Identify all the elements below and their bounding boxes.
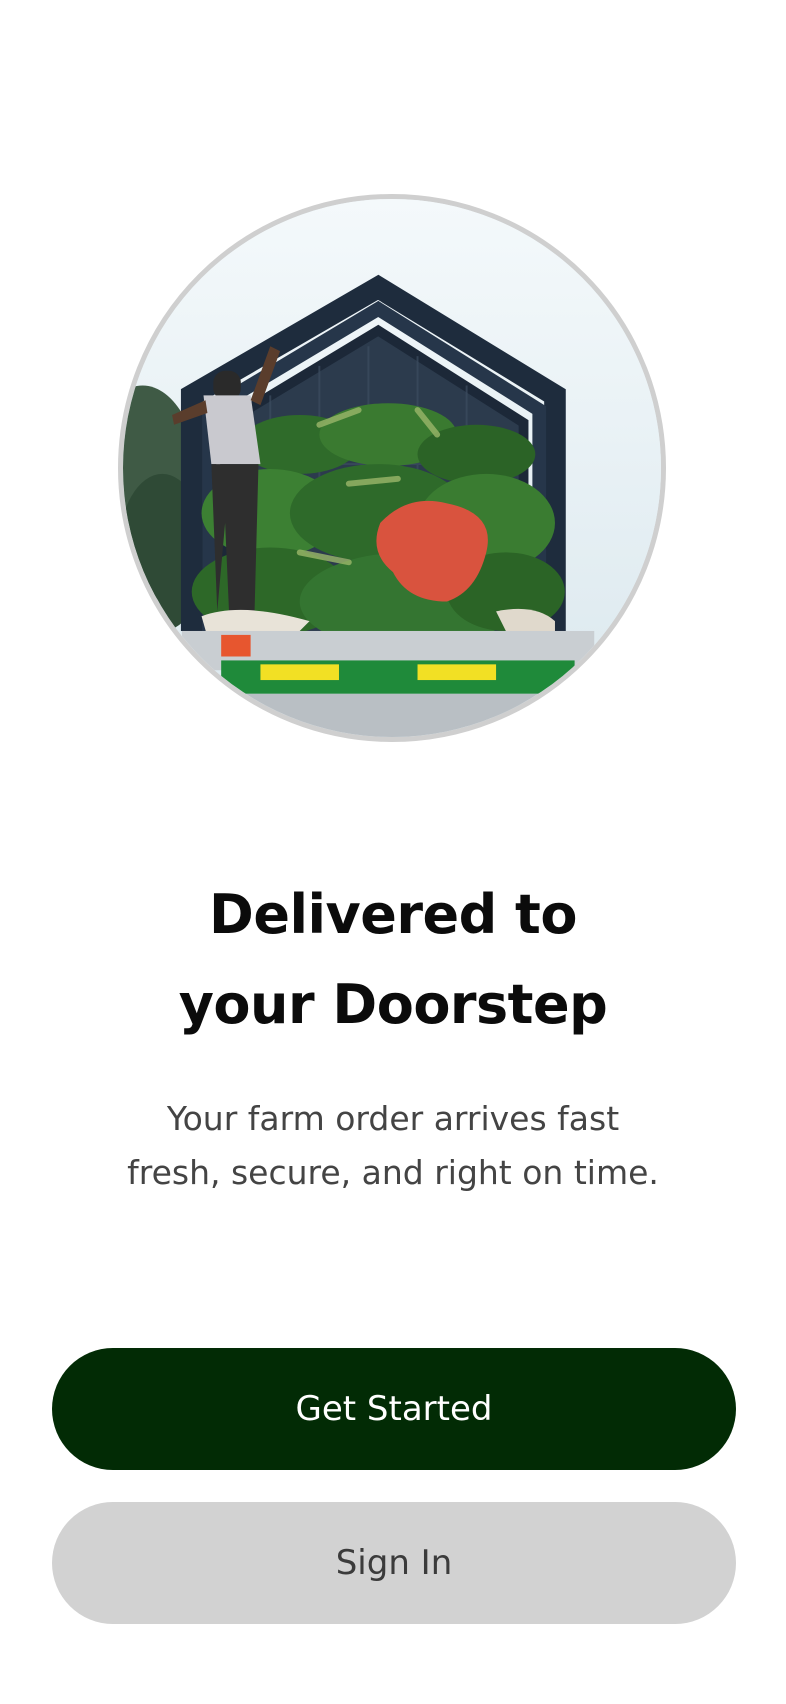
banana-truck-illustration bbox=[123, 199, 661, 737]
subtitle-line-1: Your farm order arrives fast bbox=[166, 1099, 620, 1138]
page-subtitle: Your farm order arrives fast fresh, secu… bbox=[0, 1092, 786, 1200]
title-line-1: Delivered to bbox=[209, 883, 577, 946]
onboarding-screen: Delivered to your Doorstep Your farm ord… bbox=[0, 0, 786, 1704]
title-line-2: your Doorstep bbox=[178, 973, 608, 1036]
get-started-button[interactable]: Get Started bbox=[52, 1348, 736, 1470]
page-title: Delivered to your Doorstep bbox=[0, 870, 786, 1050]
subtitle-line-2: fresh, secure, and right on time. bbox=[127, 1153, 659, 1192]
hero-image bbox=[118, 194, 666, 742]
sign-in-button[interactable]: Sign In bbox=[52, 1502, 736, 1624]
